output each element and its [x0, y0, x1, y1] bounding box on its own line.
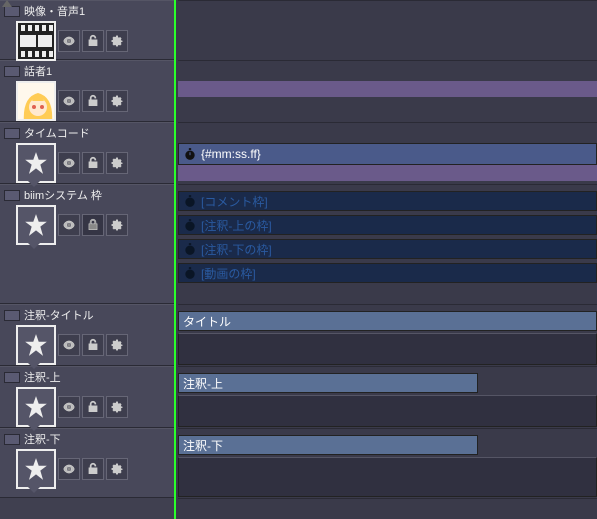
lock-toggle-button[interactable]: [82, 458, 104, 480]
track-name-label: 注釈-下: [24, 431, 61, 447]
clip-frame-anno-top[interactable]: [注釈-上の枠]: [178, 215, 597, 235]
timecode-text: {#mm:ss.ff}: [201, 147, 261, 161]
track-name-label: タイムコード: [24, 125, 90, 141]
track-color-swatch[interactable]: [4, 310, 20, 321]
clip-timecode-bg[interactable]: [178, 165, 597, 181]
star-thumbnail-icon: [18, 327, 54, 363]
track-name-label: biimシステム 枠: [24, 187, 102, 203]
empty-lane: [178, 333, 597, 365]
visibility-toggle-button[interactable]: [58, 214, 80, 236]
track-color-swatch[interactable]: [4, 372, 20, 383]
film-reel-icon: [18, 23, 54, 59]
stopwatch-icon: [183, 147, 197, 161]
settings-button[interactable]: [106, 152, 128, 174]
clip-anno-bottom[interactable]: 注釈-下: [178, 435, 478, 455]
visibility-toggle-button[interactable]: [58, 152, 80, 174]
track-thumbnail[interactable]: [16, 21, 56, 61]
clip-speaker[interactable]: [178, 81, 597, 97]
lock-toggle-button[interactable]: [82, 214, 104, 236]
track-name-label: 注釈-タイトル: [24, 307, 94, 323]
stopwatch-icon: [183, 266, 197, 280]
scale-arrow-icon: [2, 0, 12, 7]
star-thumbnail-icon: [18, 145, 54, 181]
star-thumbnail-icon: [18, 207, 54, 243]
settings-button[interactable]: [106, 90, 128, 112]
settings-button[interactable]: [106, 334, 128, 356]
track-row: タイムコード: [0, 122, 174, 184]
track-thumbnail[interactable]: [16, 449, 56, 489]
clip-anno-top[interactable]: 注釈-上: [178, 373, 478, 393]
lock-toggle-button[interactable]: [82, 152, 104, 174]
track-panel: 映像・音声1 話者1 タイムコード biimシステム 枠注釈-タイトル注釈-上注釈-下: [0, 0, 176, 519]
track-thumbnail[interactable]: [16, 205, 56, 245]
track-thumbnail[interactable]: [16, 387, 56, 427]
track-thumbnail[interactable]: [16, 81, 56, 121]
star-thumbnail-icon: [18, 389, 54, 425]
track-color-swatch[interactable]: [4, 66, 20, 77]
stopwatch-icon: [183, 194, 197, 208]
visibility-toggle-button[interactable]: [58, 30, 80, 52]
stopwatch-icon: [183, 242, 197, 256]
clip-timecode[interactable]: {#mm:ss.ff}: [178, 143, 597, 165]
track-row: 注釈-上: [0, 366, 174, 428]
settings-button[interactable]: [106, 214, 128, 236]
empty-lane: [178, 395, 597, 427]
track-name-label: 映像・音声1: [24, 3, 85, 19]
clip-frame-comment[interactable]: [コメント枠]: [178, 191, 597, 211]
track-thumbnail[interactable]: [16, 325, 56, 365]
visibility-toggle-button[interactable]: [58, 334, 80, 356]
track-row: 注釈-下: [0, 428, 174, 498]
track-color-swatch[interactable]: [4, 128, 20, 139]
visibility-toggle-button[interactable]: [58, 396, 80, 418]
track-row: 映像・音声1: [0, 0, 174, 60]
settings-button[interactable]: [106, 30, 128, 52]
stopwatch-icon: [183, 218, 197, 232]
track-color-swatch[interactable]: [4, 190, 20, 201]
lock-toggle-button[interactable]: [82, 30, 104, 52]
clip-frame-video[interactable]: [動画の枠]: [178, 263, 597, 283]
track-name-label: 話者1: [24, 63, 52, 79]
settings-button[interactable]: [106, 458, 128, 480]
track-color-swatch[interactable]: [4, 6, 20, 17]
clip-frame-anno-bottom[interactable]: [注釈-下の枠]: [178, 239, 597, 259]
track-row: biimシステム 枠: [0, 184, 174, 304]
lock-toggle-button[interactable]: [82, 90, 104, 112]
avatar-thumbnail: [18, 83, 54, 119]
track-row: 注釈-タイトル: [0, 304, 174, 366]
visibility-toggle-button[interactable]: [58, 90, 80, 112]
timeline-area[interactable]: {#mm:ss.ff} [コメント枠] [注釈-上の枠] [注釈-下の枠] [動…: [178, 0, 597, 519]
track-name-label: 注釈-上: [24, 369, 61, 385]
track-thumbnail[interactable]: [16, 143, 56, 183]
track-row: 話者1: [0, 60, 174, 122]
lock-toggle-button[interactable]: [82, 334, 104, 356]
settings-button[interactable]: [106, 396, 128, 418]
visibility-toggle-button[interactable]: [58, 458, 80, 480]
track-color-swatch[interactable]: [4, 434, 20, 445]
star-thumbnail-icon: [18, 451, 54, 487]
empty-lane: [178, 457, 597, 497]
lock-toggle-button[interactable]: [82, 396, 104, 418]
clip-title[interactable]: タイトル: [178, 311, 597, 331]
